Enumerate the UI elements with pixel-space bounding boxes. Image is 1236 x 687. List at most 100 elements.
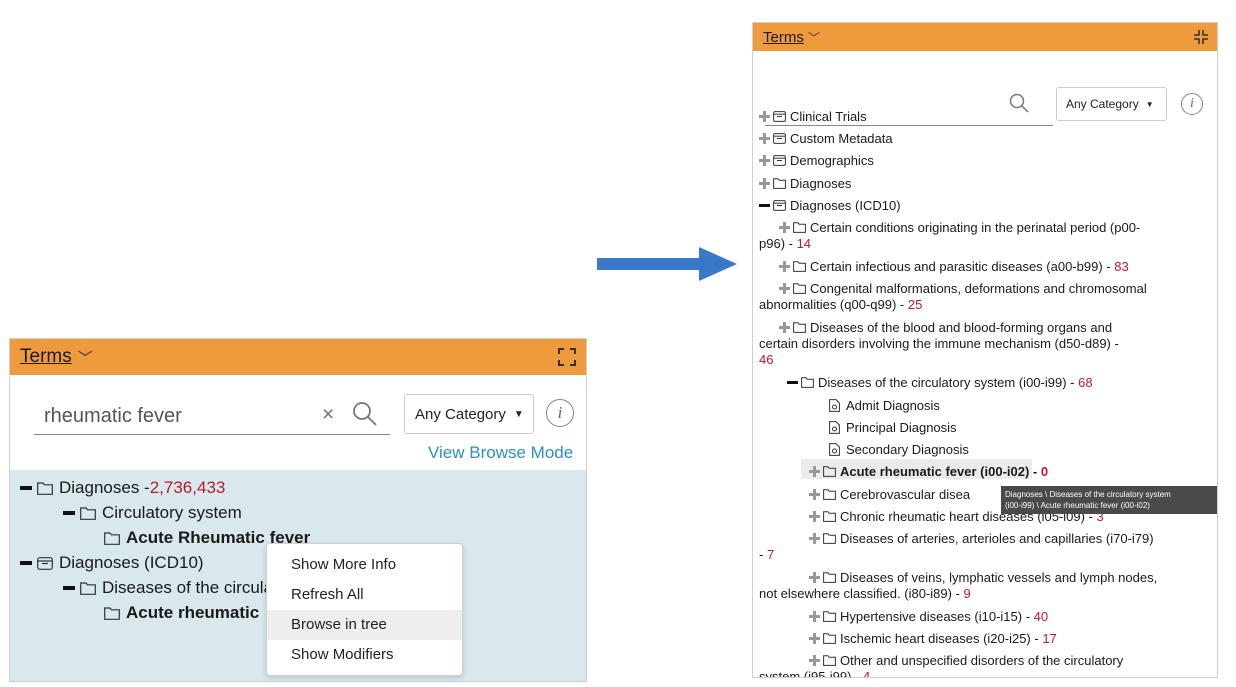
menu-item-browse-in-tree[interactable]: Browse in tree bbox=[267, 610, 462, 640]
expand-icon[interactable] bbox=[558, 348, 576, 366]
tree-row-count: 46 bbox=[759, 352, 774, 367]
chevron-down-icon[interactable]: ﹀ bbox=[808, 29, 820, 46]
tree-row-acute-rheumatic-icd10[interactable]: Acute rheumatic bbox=[104, 603, 259, 623]
info-icon[interactable]: i bbox=[546, 399, 574, 427]
expand-plus-icon[interactable] bbox=[759, 155, 770, 166]
tree-row-clinical-trials[interactable]: Clinical Trials bbox=[759, 109, 867, 125]
tree-row-congenital[interactable]: Congenital malformations, deformations a… bbox=[779, 281, 1147, 297]
search-input[interactable] bbox=[765, 125, 1053, 126]
tree-row-custom-metadata[interactable]: Custom Metadata bbox=[759, 131, 893, 147]
expand-plus-icon[interactable] bbox=[809, 533, 820, 544]
tree-row-diagnoses[interactable]: Diagnoses - 2,736,433 bbox=[20, 478, 225, 498]
tree-row-label: Ischemic heart diseases (i20-i25) - bbox=[840, 631, 1043, 646]
info-icon[interactable]: i bbox=[1181, 93, 1203, 115]
expand-plus-icon[interactable] bbox=[779, 283, 790, 294]
folder-icon bbox=[793, 222, 806, 233]
menu-item-show-modifiers[interactable]: Show Modifiers bbox=[267, 640, 462, 670]
tree-row-diagnoses-icd10[interactable]: Diagnoses (ICD10) bbox=[20, 553, 204, 573]
tree-row-blood[interactable]: Diseases of the blood and blood-forming … bbox=[779, 320, 1112, 336]
folder-icon bbox=[823, 511, 836, 522]
tree-row-acute-rheumatic-fever[interactable]: Acute rheumatic fever (i00-i02) - 0 bbox=[809, 464, 1048, 480]
folder-icon bbox=[823, 533, 836, 544]
tree-row-circulatory-icd10[interactable]: Diseases of the circula bbox=[63, 578, 273, 598]
tree-row-admit-diagnosis[interactable]: Admit Diagnosis bbox=[829, 398, 940, 414]
tree-row-circulatory[interactable]: Diseases of the circulatory system (i00-… bbox=[787, 375, 1093, 391]
tree-row-principal-diagnosis[interactable]: Principal Diagnosis bbox=[829, 420, 957, 436]
tree-row-label: Demographics bbox=[790, 153, 874, 168]
tree-row-hypertensive[interactable]: Hypertensive diseases (i10-i15) - 40 bbox=[809, 609, 1048, 625]
expand-plus-icon[interactable] bbox=[809, 466, 820, 477]
terms-title[interactable]: Terms bbox=[20, 346, 72, 368]
search-icon[interactable] bbox=[352, 401, 378, 427]
collapse-icon[interactable] bbox=[63, 586, 75, 590]
tree-row-demographics[interactable]: Demographics bbox=[759, 153, 874, 169]
tree-row-label: Acute rheumatic fever (i00-i02) - bbox=[840, 464, 1041, 479]
tree-row-circulatory[interactable]: Circulatory system bbox=[63, 503, 242, 523]
category-dropdown[interactable]: Any Category ▼ bbox=[1056, 87, 1167, 121]
tree-row-label: Hypertensive diseases (i10-i15) - bbox=[840, 609, 1034, 624]
document-icon bbox=[829, 421, 840, 434]
tree-row-infectious[interactable]: Certain infectious and parasitic disease… bbox=[779, 259, 1129, 275]
tree-row-label: Diseases of the circula bbox=[102, 578, 274, 597]
expand-plus-icon[interactable] bbox=[809, 572, 820, 583]
expand-plus-icon[interactable] bbox=[779, 222, 790, 233]
expand-plus-icon[interactable] bbox=[809, 489, 820, 500]
folder-icon bbox=[823, 466, 836, 477]
expand-plus-icon[interactable] bbox=[809, 655, 820, 666]
tree-row-label: Other and unspecified disorders of the c… bbox=[840, 653, 1124, 668]
collapse-icon[interactable] bbox=[1194, 30, 1208, 44]
menu-item-show-more-info[interactable]: Show More Info bbox=[267, 550, 462, 580]
view-browse-mode-link[interactable]: View Browse Mode bbox=[428, 443, 573, 463]
expand-plus-icon[interactable] bbox=[759, 133, 770, 144]
expand-plus-icon[interactable] bbox=[809, 633, 820, 644]
folder-icon bbox=[823, 489, 836, 500]
tree-row-label: Clinical Trials bbox=[790, 109, 867, 124]
expand-plus-icon[interactable] bbox=[779, 322, 790, 333]
expand-plus-icon[interactable] bbox=[809, 511, 820, 522]
expand-plus-icon[interactable] bbox=[759, 111, 770, 122]
collapse-icon[interactable] bbox=[787, 381, 798, 384]
clear-icon[interactable]: × bbox=[322, 403, 334, 427]
collapse-icon[interactable] bbox=[20, 486, 32, 490]
tree-row-label: Diseases of veins, lymphatic vessels and… bbox=[840, 570, 1158, 585]
folder-icon bbox=[793, 261, 806, 272]
tree-row-label: Diseases of the blood and blood-forming … bbox=[810, 320, 1113, 335]
container-icon bbox=[773, 155, 786, 166]
search-input[interactable]: rheumatic fever × bbox=[34, 397, 390, 435]
tree-row-label: Cerebrovascular disea bbox=[840, 487, 971, 502]
collapse-icon[interactable] bbox=[63, 511, 75, 515]
expand-plus-icon[interactable] bbox=[809, 611, 820, 622]
expand-plus-icon[interactable] bbox=[779, 261, 790, 272]
tree-row-perinatal[interactable]: Certain conditions originating in the pe… bbox=[779, 220, 1140, 236]
chevron-down-icon[interactable]: ﹀ bbox=[78, 347, 93, 368]
tree-row-secondary-diagnosis[interactable]: Secondary Diagnosis bbox=[829, 442, 969, 458]
tree-row-perinatal-cont: p96) - 14 bbox=[759, 236, 811, 252]
search-icon[interactable] bbox=[1009, 93, 1029, 113]
menu-item-refresh-all[interactable]: Refresh All bbox=[267, 580, 462, 610]
search-input-value[interactable]: rheumatic fever bbox=[44, 405, 182, 428]
folder-icon bbox=[823, 572, 836, 583]
tree-row-count: 9 bbox=[963, 586, 971, 601]
expand-plus-icon[interactable] bbox=[759, 178, 770, 189]
tree-row-diagnoses[interactable]: Diagnoses bbox=[759, 176, 851, 192]
tree-row-label: Certain conditions originating in the pe… bbox=[810, 220, 1141, 235]
category-dropdown[interactable]: Any Category ▼ bbox=[404, 394, 534, 434]
tree-row-other-cont: system (i95-i99) - 4 bbox=[759, 669, 871, 678]
tree-row-ischemic[interactable]: Ischemic heart diseases (i20-i25) - 17 bbox=[809, 631, 1057, 647]
tree-row-arteries-cont: - 7 bbox=[759, 547, 774, 563]
folder-icon bbox=[801, 377, 814, 388]
tooltip-line: (i00-i99) \ Acute rheumatic fever (i00-i… bbox=[1005, 501, 1150, 510]
tree-row-diagnoses-icd10[interactable]: Diagnoses (ICD10) bbox=[759, 198, 901, 214]
tree-row-label: Admit Diagnosis bbox=[846, 398, 940, 413]
collapse-icon[interactable] bbox=[20, 561, 32, 565]
tree-row-count: 4 bbox=[863, 669, 871, 678]
tree-row-other-circulatory[interactable]: Other and unspecified disorders of the c… bbox=[809, 653, 1123, 669]
panel-header: Terms ﹀ bbox=[753, 23, 1217, 51]
tree-row-arteries[interactable]: Diseases of arteries, arterioles and cap… bbox=[809, 531, 1154, 547]
panel-header: Terms ﹀ bbox=[10, 339, 586, 375]
tree-row-veins[interactable]: Diseases of veins, lymphatic vessels and… bbox=[809, 570, 1157, 586]
transition-arrow-icon bbox=[597, 247, 737, 281]
tree-row-cerebrovascular[interactable]: Cerebrovascular disea bbox=[809, 487, 970, 503]
terms-title[interactable]: Terms bbox=[763, 29, 804, 46]
collapse-icon[interactable] bbox=[759, 204, 770, 207]
